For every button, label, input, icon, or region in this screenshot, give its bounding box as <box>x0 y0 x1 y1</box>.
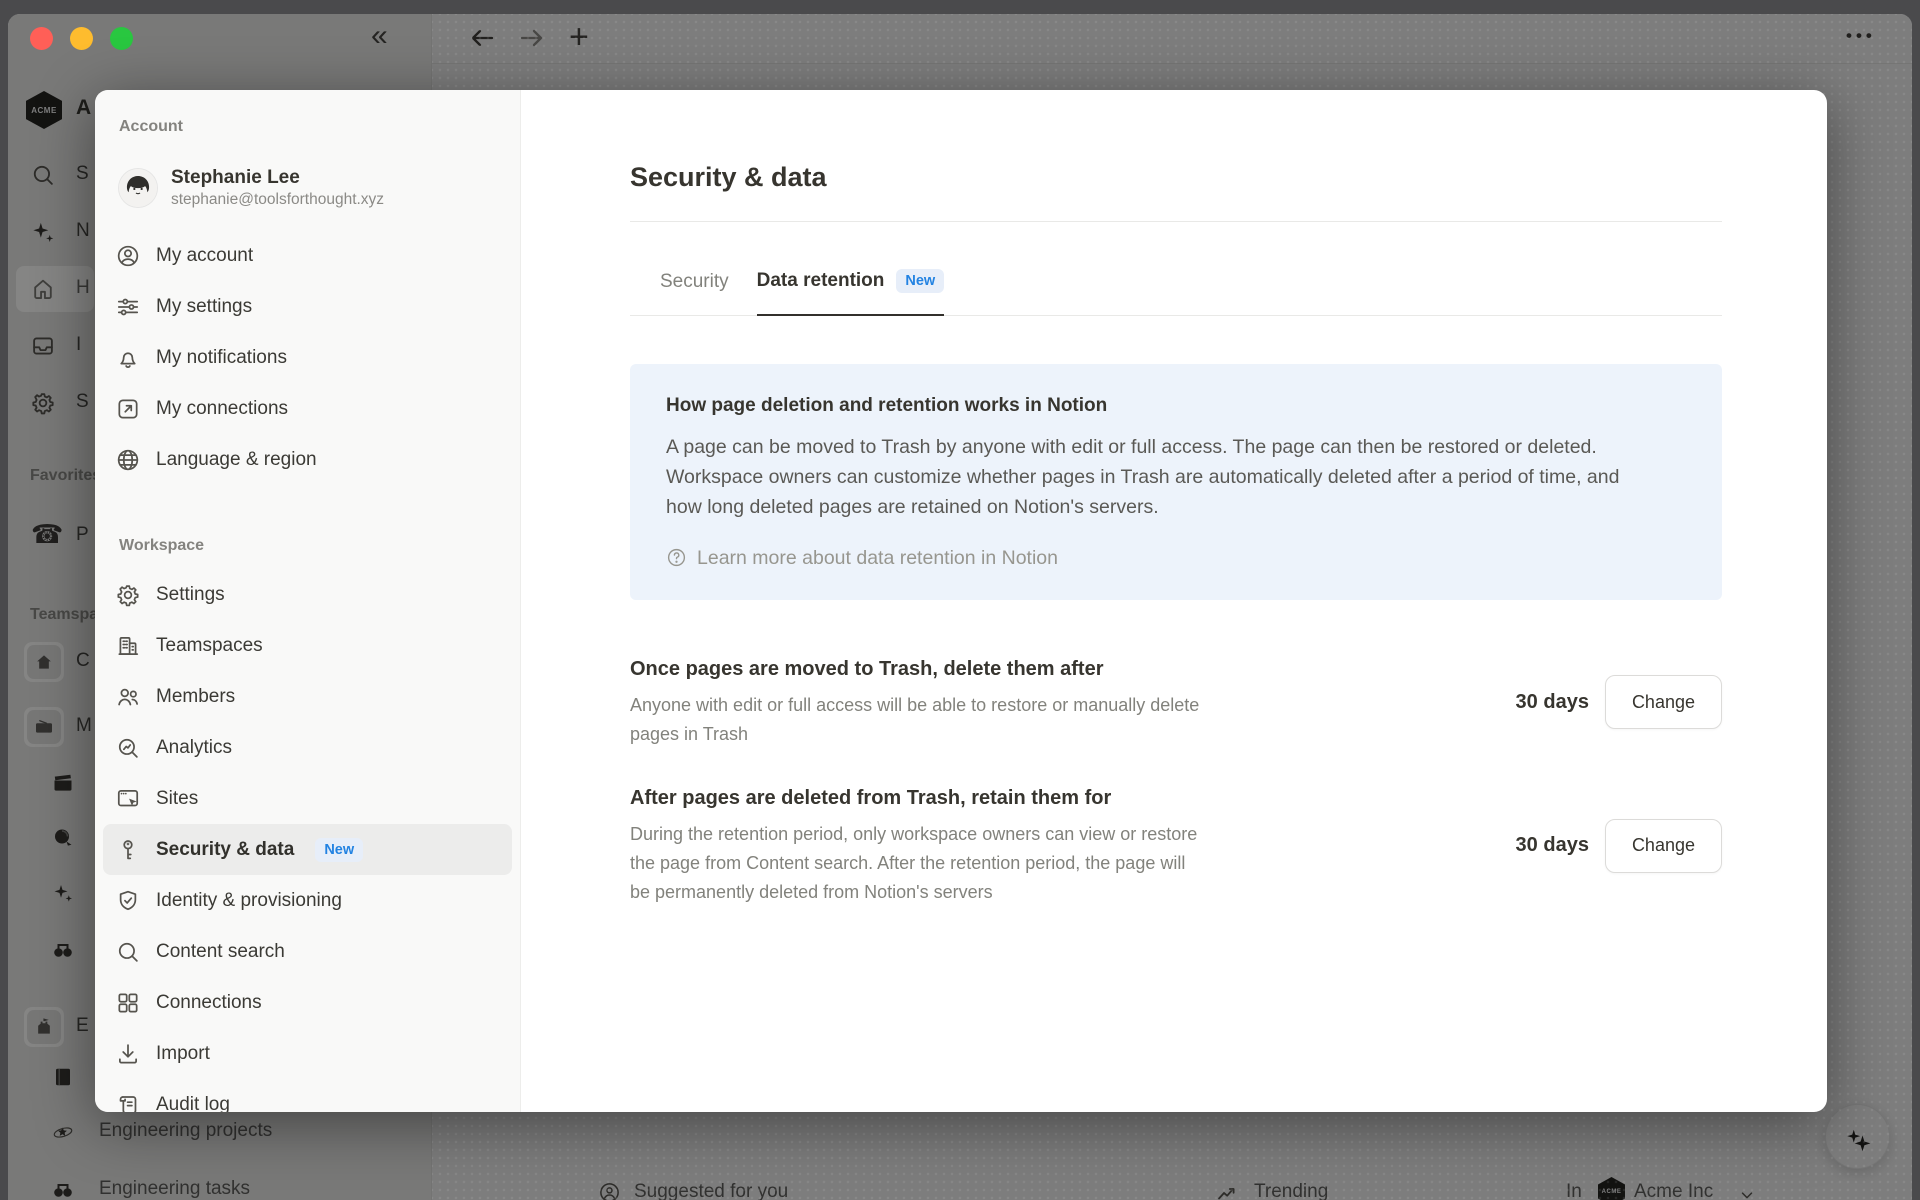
account-user-row[interactable]: Stephanie Lee stephanie@toolsforthought.… <box>119 162 496 214</box>
tab-label: Data retention <box>757 269 885 293</box>
settings-content: Security & data Security Data retention … <box>521 90 1827 1112</box>
sidebar-item-connections[interactable]: Connections <box>103 977 512 1028</box>
setting-value: 30 days <box>1516 834 1589 857</box>
new-badge: New <box>896 269 944 293</box>
sidebar-item-label: Connections <box>156 992 262 1014</box>
setting-heading: After pages are deleted from Trash, reta… <box>630 785 1200 812</box>
setting-row-retention-period: After pages are deleted from Trash, reta… <box>630 785 1722 907</box>
import-icon <box>115 1041 141 1067</box>
zoom-window-button[interactable] <box>110 27 133 50</box>
shield-check-icon <box>115 888 141 914</box>
sidebar-item-label: Sites <box>156 788 198 810</box>
gear-icon <box>115 582 141 608</box>
sidebar-item-label: My notifications <box>156 347 287 369</box>
sidebar-item-import[interactable]: Import <box>103 1028 512 1079</box>
learn-more-label: Learn more about data retention in Notio… <box>697 546 1058 570</box>
sidebar-item-my-connections[interactable]: My connections <box>103 383 512 434</box>
sidebar-item-label: Analytics <box>156 737 232 759</box>
sidebar-item-label: My account <box>156 245 253 267</box>
bell-icon <box>115 345 141 371</box>
screen: « + ••• ACME A S N H I S Favorites ☎ P T… <box>0 0 1920 1200</box>
sidebar-item-teamspaces[interactable]: Teamspaces <box>103 620 512 671</box>
sidebar-item-label: Identity & provisioning <box>156 890 342 912</box>
account-section-header: Account <box>119 118 512 138</box>
sidebar-item-my-notifications[interactable]: My notifications <box>103 332 512 383</box>
info-banner: How page deletion and retention works in… <box>630 364 1722 600</box>
sidebar-item-label: Language & region <box>156 449 317 471</box>
search-icon <box>115 939 141 965</box>
key-icon <box>115 837 141 863</box>
user-name: Stephanie Lee <box>171 166 384 190</box>
person-circle-icon <box>115 243 141 269</box>
sliders-icon <box>115 294 141 320</box>
settings-dialog: Account Stephanie Lee stephanie@toolsfor… <box>95 90 1827 1112</box>
setting-value: 30 days <box>1516 691 1589 714</box>
sidebar-item-my-settings[interactable]: My settings <box>103 281 512 332</box>
setting-description: Anyone with edit or full access will be … <box>630 691 1200 749</box>
sidebar-item-identity-provisioning[interactable]: Identity & provisioning <box>103 875 512 926</box>
minimize-window-button[interactable] <box>70 27 93 50</box>
workspace-section-header: Workspace <box>119 537 512 557</box>
sidebar-item-label: Settings <box>156 584 225 606</box>
info-banner-body: A page can be moved to Trash by anyone w… <box>666 432 1626 522</box>
sidebar-item-label: Audit log <box>156 1094 230 1113</box>
globe-icon <box>115 447 141 473</box>
sidebar-item-label: Security & data <box>156 839 294 861</box>
sidebar-item-audit-log[interactable]: Audit log <box>103 1079 512 1112</box>
learn-more-link[interactable]: Learn more about data retention in Notio… <box>666 546 1686 570</box>
account-items: My account My settings My notifications <box>103 230 512 485</box>
sidebar-item-analytics[interactable]: Analytics <box>103 722 512 773</box>
setting-heading: Once pages are moved to Trash, delete th… <box>630 656 1200 683</box>
setting-description: During the retention period, only worksp… <box>630 820 1200 907</box>
settings-sidebar: Account Stephanie Lee stephanie@toolsfor… <box>95 90 521 1112</box>
grid-icon <box>115 990 141 1016</box>
new-badge: New <box>315 838 363 862</box>
workspace-items: Settings Teamspaces Members <box>103 569 512 1112</box>
sidebar-item-label: Import <box>156 1043 210 1065</box>
tab-data-retention[interactable]: Data retention New <box>757 269 945 316</box>
sidebar-item-settings[interactable]: Settings <box>103 569 512 620</box>
info-banner-heading: How page deletion and retention works in… <box>666 394 1686 418</box>
sidebar-item-label: Members <box>156 686 235 708</box>
sidebar-item-label: Content search <box>156 941 285 963</box>
scroll-icon <box>115 1092 141 1113</box>
setting-row-trash-deletion: Once pages are moved to Trash, delete th… <box>630 656 1722 749</box>
sidebar-item-label: My settings <box>156 296 252 318</box>
avatar <box>119 169 157 207</box>
user-email: stephanie@toolsforthought.xyz <box>171 190 384 210</box>
building-icon <box>115 633 141 659</box>
sidebar-item-content-search[interactable]: Content search <box>103 926 512 977</box>
change-button[interactable]: Change <box>1605 675 1722 729</box>
sidebar-item-label: My connections <box>156 398 288 420</box>
arrow-out-box-icon <box>115 396 141 422</box>
sidebar-item-language-region[interactable]: Language & region <box>103 434 512 485</box>
change-button[interactable]: Change <box>1605 819 1722 873</box>
sidebar-item-sites[interactable]: Sites <box>103 773 512 824</box>
tab-bar: Security Data retention New <box>630 222 1722 316</box>
sidebar-item-my-account[interactable]: My account <box>103 230 512 281</box>
sites-icon <box>115 786 141 812</box>
help-circle-icon <box>666 547 687 568</box>
page-title: Security & data <box>630 160 1722 194</box>
sidebar-item-security-data[interactable]: Security & data New <box>103 824 512 875</box>
sidebar-item-label: Teamspaces <box>156 635 263 657</box>
close-window-button[interactable] <box>30 27 53 50</box>
analytics-icon <box>115 735 141 761</box>
members-icon <box>115 684 141 710</box>
tab-security[interactable]: Security <box>660 270 729 315</box>
sidebar-item-members[interactable]: Members <box>103 671 512 722</box>
